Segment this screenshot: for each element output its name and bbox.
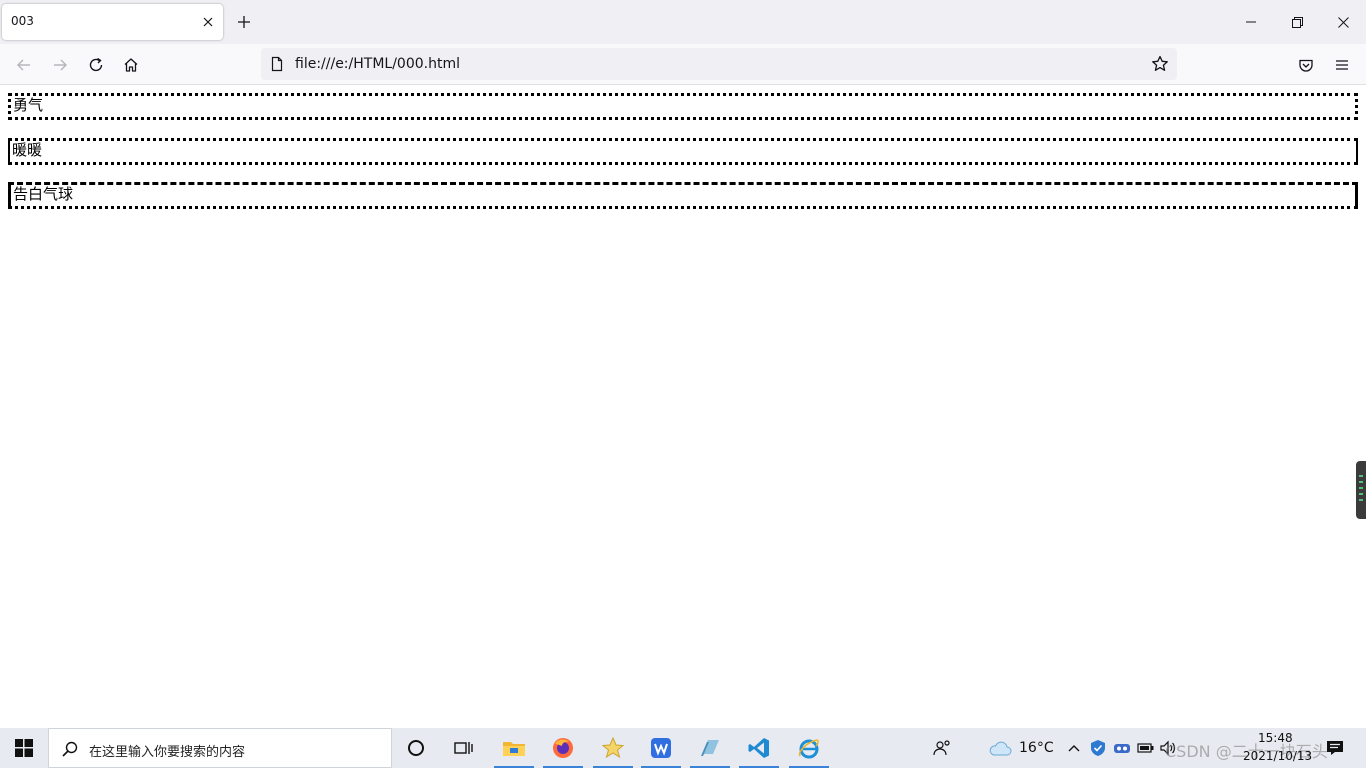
weather-cloud-icon[interactable]	[976, 728, 1024, 768]
chevron-up-icon[interactable]	[1062, 728, 1086, 768]
notification-icon[interactable]	[1320, 728, 1350, 768]
cortana-icon[interactable]	[392, 728, 440, 768]
mixed-border-box: 告白气球	[8, 182, 1358, 209]
shield-icon[interactable]	[1086, 728, 1110, 768]
minimize-icon[interactable]	[1228, 0, 1274, 44]
browser-tab[interactable]: 003	[2, 4, 223, 40]
clock-date[interactable]: 2021/10/13	[1243, 749, 1312, 763]
reload-icon[interactable]	[82, 51, 110, 79]
box-text: 暖暖	[12, 141, 43, 159]
task-view-icon[interactable]	[440, 728, 488, 768]
navigation-toolbar: file:///e:/HTML/000.html	[0, 44, 1366, 85]
wps-office-icon[interactable]	[637, 728, 685, 768]
window-close-icon[interactable]	[1320, 0, 1366, 44]
vscode-icon[interactable]	[735, 728, 783, 768]
taskbar-search[interactable]: 在这里输入你要搜索的内容	[48, 728, 392, 768]
plus-icon[interactable]	[232, 10, 256, 34]
star-icon[interactable]	[1150, 54, 1170, 74]
internet-explorer-icon[interactable]	[785, 728, 833, 768]
home-icon[interactable]	[117, 51, 145, 79]
search-icon	[61, 740, 79, 758]
tab-title: 003	[11, 14, 34, 28]
windows-start-icon[interactable]	[0, 728, 48, 768]
clock-time[interactable]: 15:48	[1258, 731, 1293, 745]
star-app-icon[interactable]	[589, 728, 637, 768]
notes-app-icon[interactable]	[686, 728, 734, 768]
page-icon	[269, 56, 285, 72]
people-icon[interactable]	[918, 728, 966, 768]
taskbar: 在这里输入你要搜索的内容 16°C CSDN @二十一块石头 15:48 202…	[0, 728, 1366, 768]
firefox-icon[interactable]	[539, 728, 587, 768]
url-text[interactable]: file:///e:/HTML/000.html	[295, 56, 460, 72]
tab-strip: 003	[0, 0, 1366, 44]
battery-icon[interactable]	[1134, 728, 1158, 768]
file-explorer-icon[interactable]	[490, 728, 538, 768]
box-text: 告白气球	[13, 185, 74, 203]
back-arrow-icon[interactable]	[10, 51, 38, 79]
search-placeholder: 在这里输入你要搜索的内容	[89, 745, 246, 760]
app-tray-icon[interactable]	[1110, 728, 1134, 768]
dotted-solid-border-box: 暖暖	[8, 138, 1358, 165]
box-text: 勇气	[13, 96, 44, 114]
pocket-icon[interactable]	[1292, 51, 1320, 79]
menu-icon[interactable]	[1328, 51, 1356, 79]
restore-icon[interactable]	[1274, 0, 1320, 44]
close-icon[interactable]	[198, 12, 218, 32]
dotted-border-box: 勇气	[8, 93, 1358, 120]
weather-temperature[interactable]: 16°C	[1019, 740, 1054, 756]
forward-arrow-icon[interactable]	[46, 51, 74, 79]
url-bar[interactable]: file:///e:/HTML/000.html	[261, 48, 1177, 80]
side-widget-handle[interactable]	[1356, 461, 1366, 519]
page-content: 勇气 暖暖 告白气球	[0, 86, 1366, 728]
